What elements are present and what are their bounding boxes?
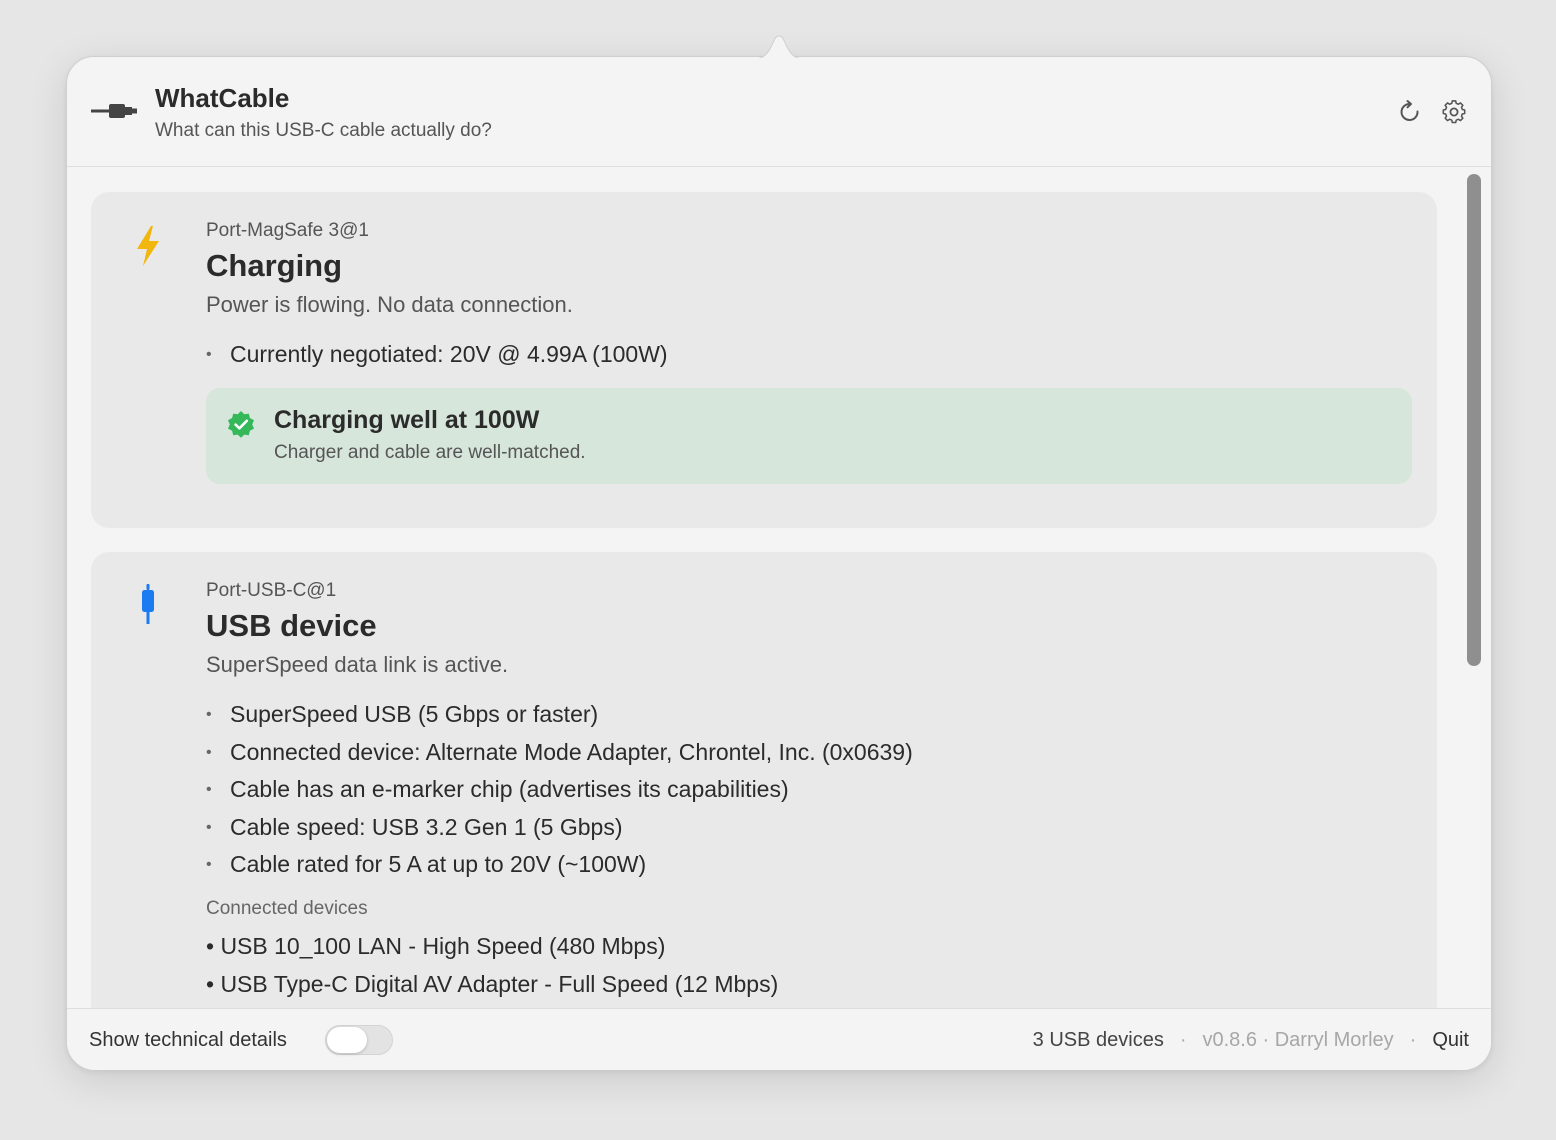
quit-button[interactable]: Quit [1432, 1029, 1469, 1052]
port-name: Port-MagSafe 3@1 [206, 220, 369, 241]
port-card-magsafe: Port-MagSafe 3@1 Charging Power is flowi… [91, 192, 1437, 528]
popover-arrow [752, 35, 806, 59]
technical-details-label: Show technical details [89, 1029, 287, 1051]
port-detail-item: Cable has an e-marker chip (advertises i… [206, 771, 913, 809]
port-status-title: Charging [206, 248, 343, 283]
port-detail-item: Cable speed: USB 3.2 Gen 1 (5 Gbps) [206, 809, 913, 847]
port-status-description: SuperSpeed data link is active. [206, 652, 509, 677]
status-banner-title: Charging well at 100W [274, 406, 540, 434]
footer: Show technical details 3 USB devices · v… [67, 1008, 1491, 1070]
connected-device-item: • USB Type-C Digital AV Adapter - Full S… [206, 970, 779, 997]
footer-separator: · [1409, 1029, 1417, 1051]
scrollbar-thumb[interactable] [1467, 174, 1481, 666]
connected-devices-heading: Connected devices [206, 898, 368, 919]
charging-status-banner: Charging well at 100W Charger and cable … [206, 388, 1412, 484]
footer-info: 3 USB devices · v0.8.6 · Darryl Morley ·… [1033, 1029, 1469, 1052]
ports-scroll-area[interactable]: Port-MagSafe 3@1 Charging Power is flowi… [67, 168, 1491, 1008]
checkmark-seal-icon [228, 411, 254, 438]
port-status-title: USB device [206, 608, 377, 643]
port-detail-item: Connected device: Alternate Mode Adapter… [206, 734, 913, 772]
refresh-icon [1400, 100, 1419, 121]
lightning-bolt-icon [137, 226, 159, 266]
usb-device-count: 3 USB devices [1032, 1029, 1164, 1051]
status-banner-subtitle: Charger and cable are well-matched. [274, 442, 586, 463]
usb-plug-icon [142, 584, 154, 624]
toggle-knob [327, 1027, 367, 1053]
header: WhatCable What can this USB-C cable actu… [67, 57, 1491, 167]
port-status-description: Power is flowing. No data connection. [206, 292, 573, 317]
port-detail-item: Currently negotiated: 20V @ 4.99A (100W) [206, 336, 668, 374]
gear-icon [1442, 100, 1466, 124]
port-details-list: Currently negotiated: 20V @ 4.99A (100W) [206, 336, 668, 374]
footer-separator: · [1179, 1029, 1187, 1051]
cable-plug-icon [91, 104, 137, 118]
technical-details-toggle[interactable] [325, 1025, 393, 1055]
port-card-usb-c: Port-USB-C@1 USB device SuperSpeed data … [91, 552, 1437, 1008]
port-detail-item: SuperSpeed USB (5 Gbps or faster) [206, 696, 913, 734]
version-author: v0.8.6 · Darryl Morley [1202, 1029, 1394, 1051]
connected-devices-list: • USB 10_100 LAN - High Speed (480 Mbps)… [206, 928, 778, 1003]
settings-button[interactable] [1437, 95, 1471, 129]
app-title: WhatCable [155, 83, 290, 113]
port-details-list: SuperSpeed USB (5 Gbps or faster) Connec… [206, 696, 913, 884]
refresh-button[interactable] [1393, 95, 1427, 129]
app-subtitle: What can this USB-C cable actually do? [155, 120, 492, 141]
port-detail-item: Cable rated for 5 A at up to 20V (~100W) [206, 846, 913, 884]
whatcable-popover: WhatCable What can this USB-C cable actu… [66, 56, 1492, 1070]
port-name: Port-USB-C@1 [206, 580, 337, 601]
vertical-scrollbar[interactable] [1465, 174, 1483, 994]
connected-device-item: • USB 10_100 LAN - High Speed (480 Mbps) [206, 933, 666, 959]
